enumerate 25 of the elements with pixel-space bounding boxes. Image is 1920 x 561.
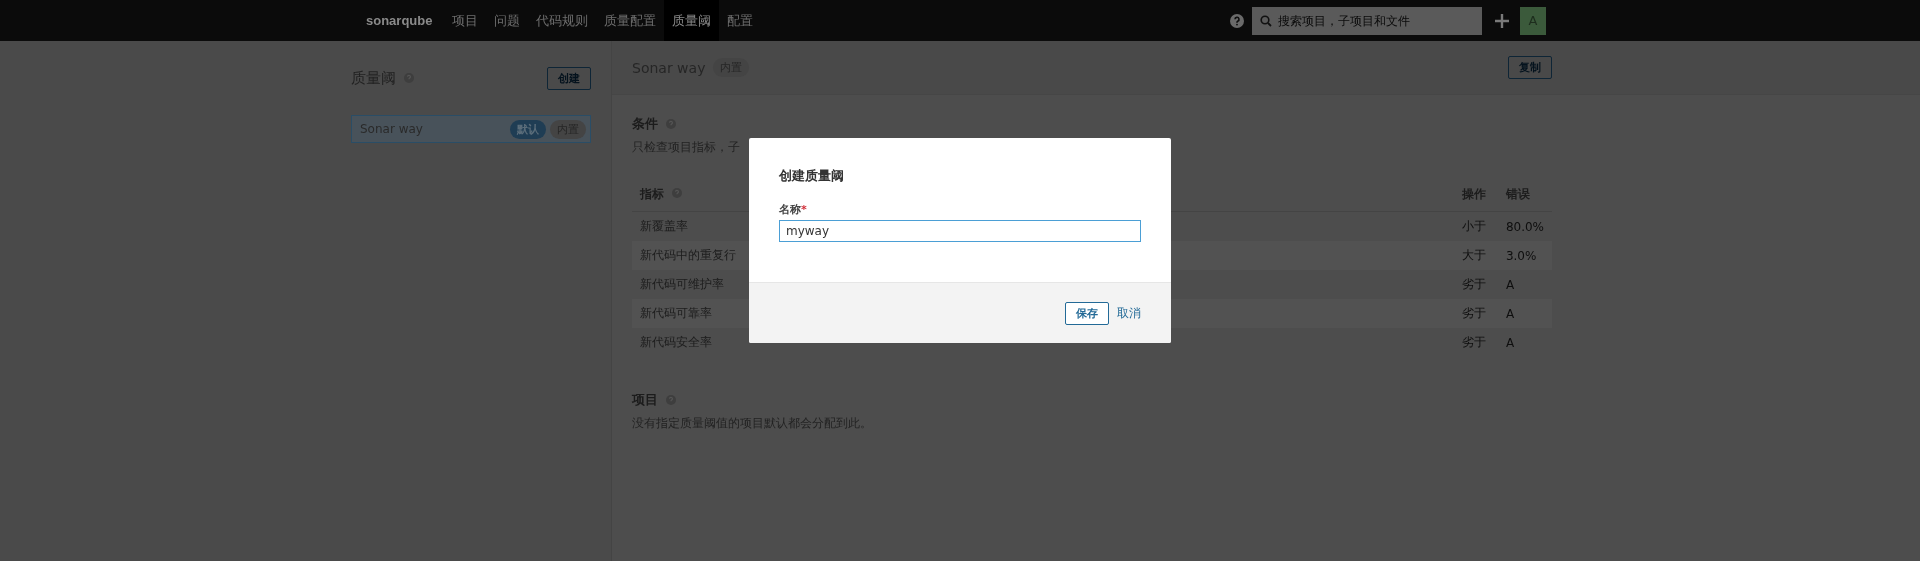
search-icon (1260, 14, 1272, 27)
table-cell: A (1505, 335, 1515, 350)
plus-icon[interactable] (1494, 12, 1510, 29)
cancel-link[interactable]: 取消 (1117, 304, 1141, 322)
dialog-title: 创建质量阈 (779, 167, 845, 185)
table-cell: A (1505, 277, 1515, 292)
nav-tab[interactable]: 质量配置 (596, 0, 665, 41)
logo[interactable]: sonarqube (366, 13, 433, 28)
nav-tab[interactable]: 配置 (719, 0, 762, 41)
nav-tab[interactable]: 质量阈 (664, 0, 720, 41)
name-input[interactable]: myway (779, 220, 1141, 242)
required-mark: * (801, 203, 807, 216)
field-label: 名称 (779, 203, 801, 216)
copy-button[interactable]: 复制 (1508, 56, 1552, 79)
help-icon[interactable] (1230, 13, 1244, 28)
table-cell: 3.0% (1505, 248, 1537, 263)
table-cell: 80.0% (1505, 219, 1544, 234)
search-field[interactable]: 搜索项目，子项目和文件 (1252, 6, 1482, 35)
table-cell: A (1505, 306, 1515, 321)
save-button[interactable]: 保存 (1065, 301, 1109, 325)
nav-tab[interactable]: 代码规则 (528, 0, 597, 41)
create-button[interactable]: 创建 (547, 66, 591, 90)
nav-tab[interactable]: 问题 (486, 0, 529, 41)
nav-tab[interactable]: 项目 (444, 0, 487, 41)
badge: 默认 (510, 119, 546, 139)
